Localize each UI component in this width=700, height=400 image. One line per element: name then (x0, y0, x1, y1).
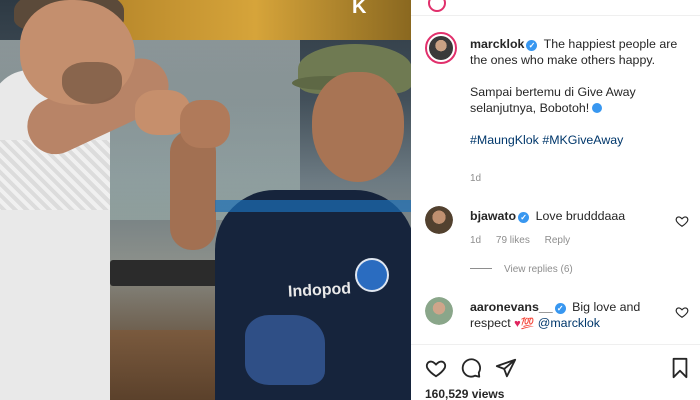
avatar-image (429, 36, 453, 60)
heart-emoji-icon: ♥💯 (514, 318, 535, 330)
person-right-head (312, 72, 404, 182)
caption-username[interactable]: marcklok (470, 37, 524, 51)
header-avatar-ring[interactable] (428, 0, 446, 12)
verified-badge-icon: ✓ (526, 40, 538, 51)
comment-meta: 1d 79 likes Reply (470, 235, 582, 246)
replies-divider (470, 268, 492, 269)
blue-circle-emoji-icon (592, 103, 603, 113)
view-count[interactable]: 160,529 views (425, 387, 504, 400)
person-left-beard (62, 62, 122, 104)
view-replies-button[interactable]: View replies (6) (470, 264, 573, 275)
comment-text: bjawato ✓ Love brudddaaa (470, 208, 670, 224)
person-right-fist (180, 100, 230, 148)
avatar-image (425, 297, 453, 325)
panel-header-strip (411, 0, 700, 16)
share-icon[interactable] (495, 357, 517, 379)
avatar-image (425, 206, 453, 234)
caption-avatar[interactable] (425, 32, 457, 64)
bookmark-icon[interactable] (669, 357, 691, 379)
comment-likes[interactable]: 79 likes (496, 235, 530, 246)
post-panel: marcklok ✓ The happiest people are the on… (411, 0, 700, 400)
comment-avatar[interactable] (425, 297, 453, 325)
comment-text: aaronevans__ ✓ Big love and respect ♥💯 @m… (470, 299, 670, 332)
verified-badge-icon: ✓ (554, 303, 566, 314)
comment-avatar[interactable] (425, 206, 453, 234)
held-cloth (245, 315, 325, 385)
comment-username[interactable]: aaronevans__ (470, 300, 553, 314)
jersey-stripe (215, 200, 411, 212)
comment-username[interactable]: bjawato (470, 209, 516, 223)
caption-hashtags[interactable]: #MaungKlok #MKGiveAway (470, 133, 623, 147)
comment-reply-button[interactable]: Reply (545, 235, 571, 246)
caption-line-2: Sampai bertemu di Give Away selanjutnya,… (470, 85, 636, 115)
jersey-sponsor: Indopod (287, 280, 352, 301)
comment-heart-icon[interactable] (675, 305, 689, 319)
comment-mention[interactable]: @marcklok (538, 316, 600, 330)
verified-badge-icon: ✓ (518, 212, 530, 223)
caption-text: marcklok ✓ The happiest people are the on… (470, 36, 690, 148)
comment-icon[interactable] (460, 357, 482, 379)
jersey-badge (355, 258, 389, 292)
view-replies-label: View replies (6) (504, 264, 573, 275)
heart-icon[interactable] (425, 357, 447, 379)
person-right-arm (170, 130, 216, 250)
post-actions-bar: 160,529 views (411, 344, 700, 400)
caption-time: 1d (470, 173, 482, 184)
comment-body: Love brudddaaa (535, 209, 626, 223)
comment-heart-icon[interactable] (675, 214, 689, 228)
photo-watermark: K (352, 0, 367, 18)
post-photo[interactable]: K Indopod (0, 0, 411, 400)
comment-time: 1d (470, 235, 482, 246)
